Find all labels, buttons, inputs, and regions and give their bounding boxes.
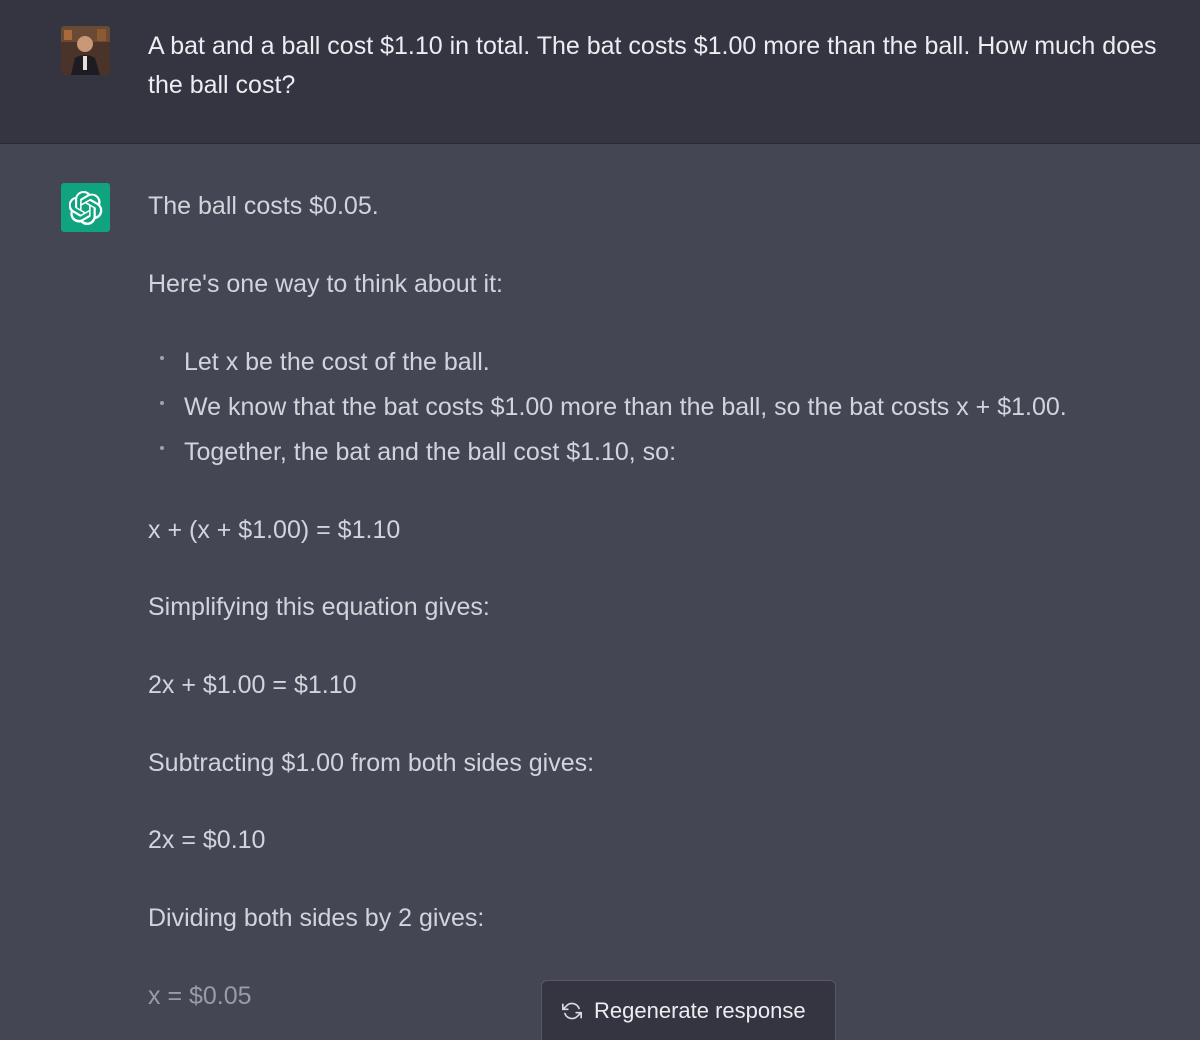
answer-paragraph: The ball costs $0.05. [148, 192, 379, 220]
assistant-message-row: The ball costs $0.05. Here's one way to … [0, 144, 1200, 1038]
reasoning-list: Let x be the cost of the ball. We know t… [148, 343, 1067, 478]
openai-logo-icon [68, 190, 102, 225]
intro-paragraph: Here's one way to think about it: [148, 270, 503, 298]
user-avatar [61, 26, 110, 75]
assistant-avatar [61, 183, 110, 232]
equation-2: 2x + $1.00 = $1.10 [148, 671, 357, 699]
list-item: We know that the bat costs $1.00 more th… [148, 388, 1067, 433]
user-message-row: A bat and a ball cost $1.10 in total. Th… [0, 0, 1200, 144]
equation-3: 2x = $0.10 [148, 826, 266, 854]
bullet-icon [160, 356, 164, 360]
regenerate-label: Regenerate response [594, 997, 806, 1023]
step-3-paragraph: Dividing both sides by 2 gives: [148, 904, 485, 932]
list-item: Let x be the cost of the ball. [148, 343, 1067, 388]
user-photo-icon [61, 26, 110, 75]
user-message-text: A bat and a ball cost $1.10 in total. Th… [148, 32, 1157, 99]
regenerate-response-button[interactable]: Regenerate response [541, 980, 836, 1040]
list-item: Together, the bat and the ball cost $1.1… [148, 433, 1067, 478]
equation-1: x + (x + $1.00) = $1.10 [148, 516, 401, 544]
refresh-icon [562, 1002, 582, 1019]
step-2-paragraph: Subtracting $1.00 from both sides gives: [148, 749, 595, 777]
equation-4: x = $0.05 [148, 982, 252, 1010]
bullet-icon [160, 446, 164, 450]
bullet-icon [160, 401, 164, 405]
step-1-paragraph: Simplifying this equation gives: [148, 593, 490, 621]
